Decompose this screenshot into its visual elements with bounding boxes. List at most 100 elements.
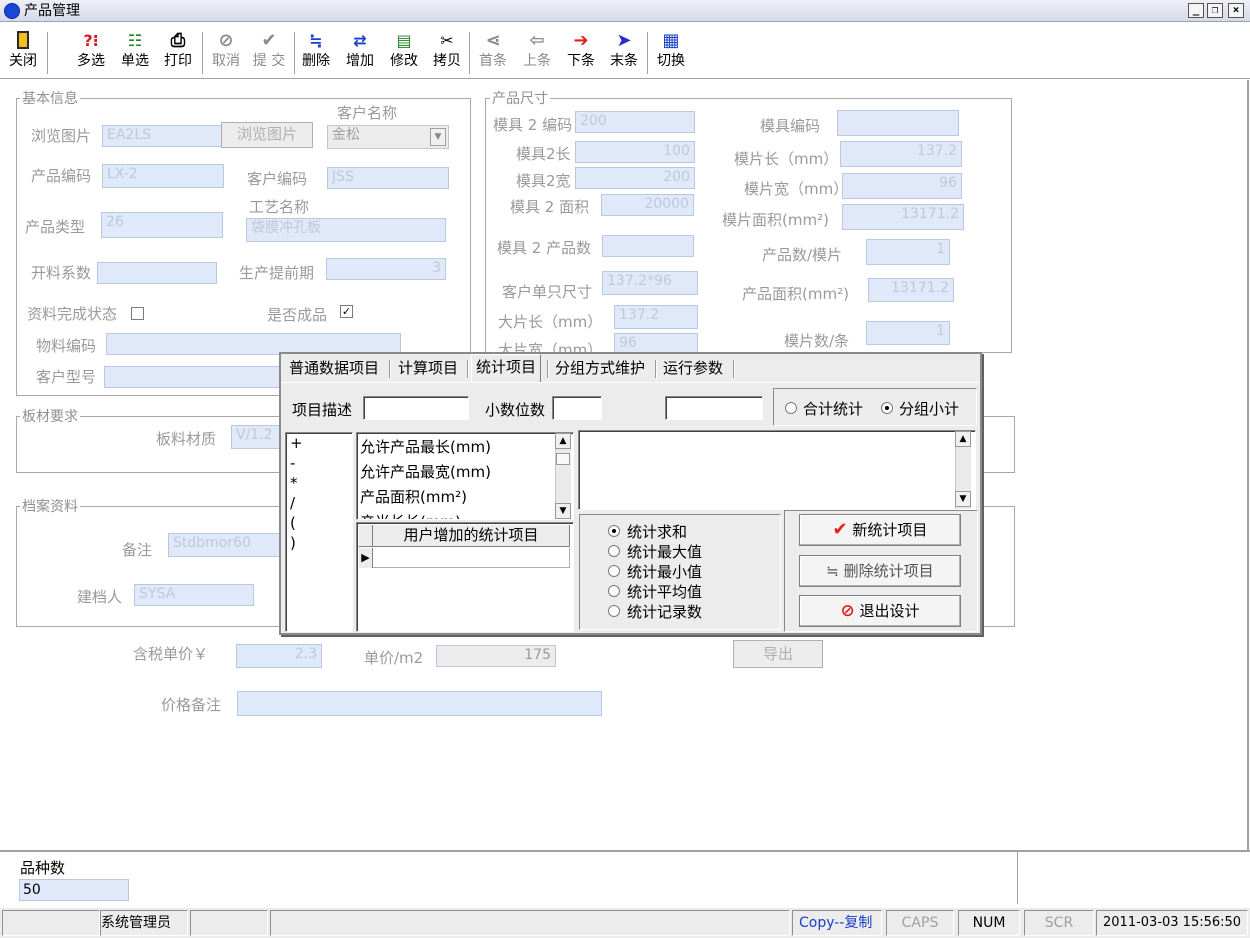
- unit-price-field[interactable]: 175: [436, 645, 556, 667]
- operator-item[interactable]: +: [286, 433, 352, 453]
- data-complete-checkbox[interactable]: [131, 307, 144, 320]
- cancel-button[interactable]: ⊘ 取消: [209, 30, 243, 76]
- stat-avg-radio[interactable]: [608, 585, 620, 597]
- tab-group-maintenance[interactable]: 分组方式维护: [551, 356, 649, 382]
- sheets-per-strip-field[interactable]: 1: [866, 321, 950, 345]
- stat-count-radio[interactable]: [608, 605, 620, 617]
- edit-button[interactable]: ▤ 修改: [387, 30, 421, 76]
- print-button[interactable]: ⎙ 打印: [161, 30, 195, 76]
- remark-field[interactable]: Stdbmor60: [168, 533, 280, 557]
- field-item[interactable]: 产当长长(mm): [360, 511, 461, 519]
- add-button[interactable]: ⇄ 增加: [343, 30, 377, 76]
- field-item[interactable]: 产品面积(mm²): [360, 486, 467, 507]
- sheet-area-field[interactable]: 13171.2: [842, 204, 964, 230]
- stat-max-radio[interactable]: [608, 545, 620, 557]
- basic-info-title: 基本信息: [20, 91, 80, 107]
- field-item[interactable]: 允许产品最长(mm): [360, 436, 491, 457]
- big-length-field[interactable]: 137.2: [614, 305, 698, 329]
- stat-sum-radio[interactable]: [608, 525, 620, 537]
- operator-item[interactable]: ): [286, 533, 352, 553]
- extra-input[interactable]: [665, 396, 763, 420]
- submit-button[interactable]: ✔ 提 交: [249, 30, 289, 76]
- product-type-field[interactable]: 26: [101, 212, 223, 238]
- toolbar-divider: [0, 78, 1250, 80]
- price-remark-field[interactable]: [237, 691, 602, 716]
- copy-button[interactable]: ✂ 拷贝: [430, 30, 464, 76]
- total-stat-radio[interactable]: [785, 402, 797, 414]
- next-record-button[interactable]: ➔ 下条: [564, 30, 598, 76]
- big-width-field[interactable]: 96: [614, 333, 698, 353]
- creator-field[interactable]: SYSA: [134, 584, 254, 606]
- product-code-field[interactable]: LX-2: [102, 164, 224, 188]
- scroll-up-icon[interactable]: ▲: [555, 433, 571, 449]
- toolbar-separator: [469, 32, 471, 74]
- previous-record-button[interactable]: ⇦ 上条: [520, 30, 554, 76]
- export-button[interactable]: 导出: [733, 640, 823, 668]
- product-area-field[interactable]: 13171.2: [868, 278, 954, 302]
- scroll-thumb[interactable]: [556, 453, 570, 465]
- toolbar-separator: [47, 32, 49, 74]
- operator-item[interactable]: (: [286, 513, 352, 533]
- last-record-button[interactable]: ➤ 末条: [607, 30, 641, 76]
- scroll-down-icon[interactable]: ▼: [955, 491, 971, 507]
- mold2-products-field[interactable]: [602, 235, 694, 257]
- customer-code-field[interactable]: JSS: [327, 167, 449, 189]
- tab-common-data[interactable]: 普通数据项目: [285, 356, 383, 382]
- sheet-width-field[interactable]: 96: [842, 173, 962, 199]
- restore-button[interactable]: ❐: [1207, 3, 1223, 18]
- operator-item[interactable]: *: [286, 473, 352, 493]
- user-stats-header: 用户增加的统计项目: [373, 525, 570, 547]
- board-material-field[interactable]: V/1.2: [231, 425, 281, 449]
- operator-item[interactable]: /: [286, 493, 352, 513]
- tax-price-field[interactable]: 2.3: [236, 644, 322, 668]
- mold2-code-field[interactable]: 200: [575, 111, 695, 133]
- exit-design-button[interactable]: ⊘ 退出设计: [799, 595, 961, 627]
- is-finished-checkbox[interactable]: ✓: [340, 305, 353, 318]
- tab-run-params[interactable]: 运行参数: [659, 356, 727, 382]
- delete-button[interactable]: ≒ 删除: [299, 30, 333, 76]
- big-width-label: 大片宽（mm）: [498, 341, 603, 353]
- field-item[interactable]: 允许产品最宽(mm): [360, 461, 491, 482]
- group-subtotal-radio[interactable]: [881, 402, 893, 414]
- mold2-area-field[interactable]: 20000: [601, 194, 694, 216]
- multi-select-button[interactable]: ?⁝ 多选: [74, 30, 108, 76]
- close-button[interactable]: 关闭: [6, 30, 40, 76]
- board-material-label: 板料材质: [156, 430, 217, 448]
- scroll-down-icon[interactable]: ▼: [555, 503, 571, 519]
- customer-model-field[interactable]: [104, 366, 280, 388]
- products-per-sheet-label: 产品数/模片: [762, 246, 843, 264]
- browse-image-button[interactable]: 浏览图片: [221, 122, 313, 148]
- user-stats-row[interactable]: [373, 548, 570, 568]
- mold2-width-field[interactable]: 200: [575, 167, 695, 189]
- stat-min-radio[interactable]: [608, 565, 620, 577]
- stat-avg-label: 统计平均值: [627, 583, 703, 601]
- cutting-factor-field[interactable]: [97, 262, 217, 284]
- single-select-button[interactable]: ☷ 单选: [118, 30, 152, 76]
- products-per-sheet-field[interactable]: 1: [866, 239, 950, 265]
- mold-code-field[interactable]: [837, 110, 959, 136]
- archive-title: 档案资料: [20, 499, 80, 515]
- switch-view-button[interactable]: ▦ 切换: [654, 30, 688, 76]
- stat-design-dialog: 普通数据项目 计算项目 统计项目 分组方式维护 运行参数 项目描述 小数位数 合…: [279, 352, 982, 635]
- tab-calc-items[interactable]: 计算项目: [394, 356, 462, 382]
- browse-image-field[interactable]: EA2LS: [102, 125, 222, 147]
- chevron-down-icon[interactable]: ▼: [430, 128, 446, 146]
- new-stat-button[interactable]: ✔ 新统计项目: [799, 514, 961, 546]
- operator-item[interactable]: -: [286, 453, 352, 473]
- customer-unit-size-field[interactable]: 137.2*96: [602, 271, 698, 295]
- lead-time-field[interactable]: 3: [326, 258, 446, 280]
- process-name-field[interactable]: 袋膜冲孔板: [246, 218, 446, 242]
- mold2-length-field[interactable]: 100: [575, 141, 695, 163]
- scroll-up-icon[interactable]: ▲: [955, 431, 971, 447]
- close-window-button[interactable]: ×: [1228, 3, 1244, 18]
- delete-stat-button[interactable]: ≒ 删除统计项目: [799, 555, 961, 587]
- sheet-length-field[interactable]: 137.2: [840, 141, 962, 167]
- tab-stat-items[interactable]: 统计项目: [471, 354, 542, 382]
- minimize-button[interactable]: _: [1188, 3, 1204, 18]
- decimals-input[interactable]: [552, 396, 602, 420]
- first-record-button[interactable]: ⋖ 首条: [476, 30, 510, 76]
- edit-doc-icon: ▤: [396, 31, 412, 50]
- item-desc-input[interactable]: [363, 396, 469, 420]
- expression-area[interactable]: ▲ ▼: [578, 430, 976, 510]
- next-record-icon: ➔: [573, 30, 589, 51]
